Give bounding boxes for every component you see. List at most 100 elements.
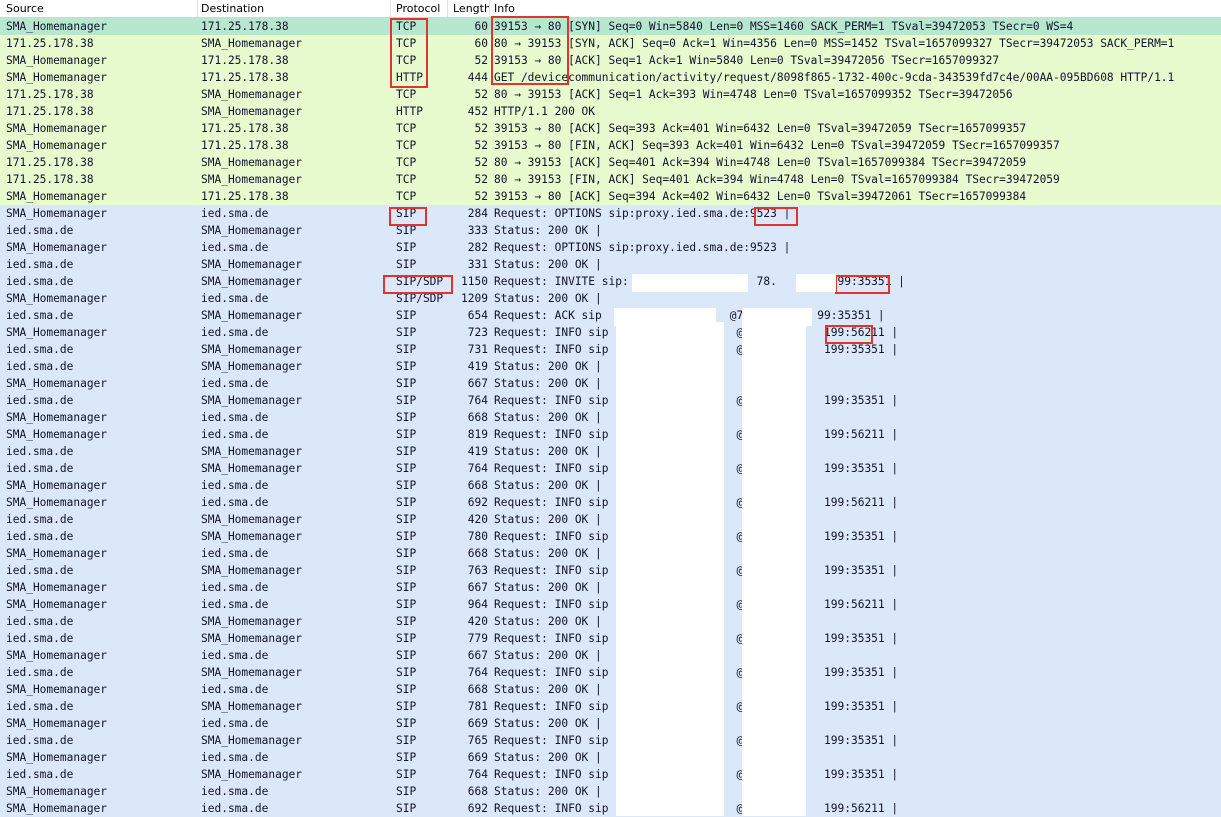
destination-cell: SMA_Homemanager [201, 734, 303, 747]
info-cell: Status: 200 OK | [494, 717, 602, 730]
table-row[interactable]: SMA_Homemanager ied.sma.de SIP 668 Status: 2… [0, 477, 1221, 494]
protocol-cell: TCP [396, 20, 417, 33]
destination-cell: ied.sma.de [201, 326, 269, 339]
table-row[interactable]: 171.25.178.38 SMA_Homemanager TCP 52 80 → 39… [0, 154, 1221, 171]
info-cell: Status: 200 OK | [494, 479, 602, 492]
table-row[interactable]: 171.25.178.38 SMA_Homemanager HTTP 452 HTTP/… [0, 103, 1221, 120]
source-cell: SMA_Homemanager [6, 292, 108, 305]
table-row[interactable]: SMA_Homemanager 171.25.178.38 TCP 52 39153 →… [0, 137, 1221, 154]
destination-cell: SMA_Homemanager [201, 632, 303, 645]
table-row[interactable]: SMA_Homemanager 171.25.178.38 TCP 52 39153 →… [0, 120, 1221, 137]
info-cell: Request: INFO sip @78 199:35351 | [494, 768, 899, 781]
table-row[interactable]: SMA_Homemanager 171.25.178.38 TCP 52 39153 →… [0, 188, 1221, 205]
protocol-cell: SIP [396, 496, 417, 509]
table-row[interactable]: ied.sma.de SMA_Homemanager SIP 731 Request: … [0, 341, 1221, 358]
table-row[interactable]: SMA_Homemanager ied.sma.de SIP 668 Status: 2… [0, 545, 1221, 562]
table-row[interactable]: SMA_Homemanager 171.25.178.38 TCP 60 39153 →… [0, 18, 1221, 35]
destination-cell: 171.25.178.38 [201, 190, 289, 203]
protocol-cell: SIP [396, 615, 417, 628]
table-row[interactable]: ied.sma.de SMA_Homemanager SIP 779 Request: … [0, 630, 1221, 647]
table-row[interactable]: ied.sma.de SMA_Homemanager SIP 781 Request: … [0, 698, 1221, 715]
table-row[interactable]: SMA_Homemanager ied.sma.de SIP 964 Request: … [0, 596, 1221, 613]
column-header-info[interactable]: Info [488, 0, 1221, 17]
table-row[interactable]: SMA_Homemanager ied.sma.de SIP 668 Status: 2… [0, 783, 1221, 800]
table-row[interactable]: ied.sma.de SMA_Homemanager SIP/SDP 1150 Requ… [0, 273, 1221, 290]
source-cell: SMA_Homemanager [6, 717, 108, 730]
table-row[interactable]: 171.25.178.38 SMA_Homemanager TCP 52 80 → 39… [0, 171, 1221, 188]
source-cell: 171.25.178.38 [6, 156, 94, 169]
info-cell: Request: INFO sip @78 199:56211 | [494, 428, 899, 441]
protocol-cell: SIP [396, 683, 417, 696]
protocol-cell: SIP/SDP [396, 292, 444, 305]
source-cell: ied.sma.de [6, 258, 74, 271]
protocol-cell: SIP [396, 530, 417, 543]
column-header-length[interactable]: Length [447, 0, 490, 17]
table-row[interactable]: SMA_Homemanager ied.sma.de SIP 667 Status: 2… [0, 579, 1221, 596]
table-row[interactable]: ied.sma.de SMA_Homemanager SIP 420 Status: 2… [0, 511, 1221, 528]
column-header-destination[interactable]: Destination [195, 0, 391, 17]
table-row[interactable]: SMA_Homemanager ied.sma.de SIP 819 Request: … [0, 426, 1221, 443]
destination-cell: ied.sma.de [201, 241, 269, 254]
table-row[interactable]: ied.sma.de SMA_Homemanager SIP 419 Status: 2… [0, 443, 1221, 460]
length-cell: 964 [467, 598, 488, 611]
protocol-cell: SIP [396, 768, 417, 781]
table-row[interactable]: SMA_Homemanager ied.sma.de SIP 284 Request: … [0, 205, 1221, 222]
length-cell: 282 [467, 241, 488, 254]
source-cell: SMA_Homemanager [6, 207, 108, 220]
protocol-cell: SIP [396, 207, 417, 220]
table-row[interactable]: ied.sma.de SMA_Homemanager SIP 764 Request: … [0, 766, 1221, 783]
table-row[interactable]: SMA_Homemanager ied.sma.de SIP 668 Status: 2… [0, 681, 1221, 698]
table-row[interactable]: SMA_Homemanager ied.sma.de SIP 669 Status: 2… [0, 715, 1221, 732]
destination-cell: SMA_Homemanager [201, 258, 303, 271]
table-row[interactable]: 171.25.178.38 SMA_Homemanager TCP 52 80 → 39… [0, 86, 1221, 103]
source-cell: SMA_Homemanager [6, 683, 108, 696]
source-cell: SMA_Homemanager [6, 802, 108, 815]
table-row[interactable]: SMA_Homemanager ied.sma.de SIP 668 Status: 2… [0, 409, 1221, 426]
table-row[interactable]: ied.sma.de SMA_Homemanager SIP 764 Request: … [0, 664, 1221, 681]
table-row[interactable]: ied.sma.de SMA_Homemanager SIP 331 Status: 2… [0, 256, 1221, 273]
destination-cell: SMA_Homemanager [201, 530, 303, 543]
column-header-protocol[interactable]: Protocol [390, 0, 448, 17]
table-row[interactable]: SMA_Homemanager ied.sma.de SIP 692 Request: … [0, 800, 1221, 817]
protocol-cell: SIP [396, 513, 417, 526]
table-row[interactable]: SMA_Homemanager ied.sma.de SIP 282 Request: … [0, 239, 1221, 256]
destination-cell: ied.sma.de [201, 428, 269, 441]
table-row[interactable]: ied.sma.de SMA_Homemanager SIP 419 Status: 2… [0, 358, 1221, 375]
table-row[interactable]: ied.sma.de SMA_Homemanager SIP 763 Request: … [0, 562, 1221, 579]
length-cell: 1150 [461, 275, 488, 288]
protocol-cell: TCP [396, 37, 417, 50]
source-cell: SMA_Homemanager [6, 139, 108, 152]
table-row[interactable]: ied.sma.de SMA_Homemanager SIP 765 Request: … [0, 732, 1221, 749]
redaction-mask [742, 322, 806, 816]
source-cell: SMA_Homemanager [6, 581, 108, 594]
length-cell: 668 [467, 479, 488, 492]
destination-cell: SMA_Homemanager [201, 666, 303, 679]
table-row[interactable]: SMA_Homemanager ied.sma.de SIP 723 Request: … [0, 324, 1221, 341]
info-cell: Status: 200 OK | [494, 547, 602, 560]
table-row[interactable]: ied.sma.de SMA_Homemanager SIP 333 Status: 2… [0, 222, 1221, 239]
table-row[interactable]: ied.sma.de SMA_Homemanager SIP 764 Request: … [0, 460, 1221, 477]
length-cell: 1209 [461, 292, 488, 305]
length-cell: 765 [467, 734, 488, 747]
source-cell: 171.25.178.38 [6, 88, 94, 101]
table-row[interactable]: SMA_Homemanager ied.sma.de SIP 692 Request: … [0, 494, 1221, 511]
table-row[interactable]: ied.sma.de SMA_Homemanager SIP 780 Request: … [0, 528, 1221, 545]
table-row[interactable]: ied.sma.de SMA_Homemanager SIP 420 Status: 2… [0, 613, 1221, 630]
info-cell: Request: INFO sip @78 199:35351 | [494, 666, 899, 679]
table-row[interactable]: ied.sma.de SMA_Homemanager SIP 654 Request: … [0, 307, 1221, 324]
table-row[interactable]: SMA_Homemanager ied.sma.de SIP/SDP 1209 Stat… [0, 290, 1221, 307]
info-cell: 39153 → 80 [SYN] Seq=0 Win=5840 Len=0 MS… [494, 20, 1074, 33]
protocol-cell: SIP [396, 241, 417, 254]
table-row[interactable]: SMA_Homemanager ied.sma.de SIP 667 Status: 2… [0, 375, 1221, 392]
table-row[interactable]: SMA_Homemanager 171.25.178.38 HTTP 444 GET /… [0, 69, 1221, 86]
table-row[interactable]: SMA_Homemanager ied.sma.de SIP 667 Status: 2… [0, 647, 1221, 664]
column-header-source[interactable]: Source [0, 0, 198, 17]
source-cell: ied.sma.de [6, 530, 74, 543]
table-row[interactable]: 171.25.178.38 SMA_Homemanager TCP 60 80 → 39… [0, 35, 1221, 52]
table-row[interactable]: SMA_Homemanager ied.sma.de SIP 669 Status: 2… [0, 749, 1221, 766]
length-cell: 444 [467, 71, 488, 84]
table-row[interactable]: ied.sma.de SMA_Homemanager SIP 764 Request: … [0, 392, 1221, 409]
protocol-cell: TCP [396, 190, 417, 203]
length-cell: 52 [474, 88, 488, 101]
table-row[interactable]: SMA_Homemanager 171.25.178.38 TCP 52 39153 →… [0, 52, 1221, 69]
